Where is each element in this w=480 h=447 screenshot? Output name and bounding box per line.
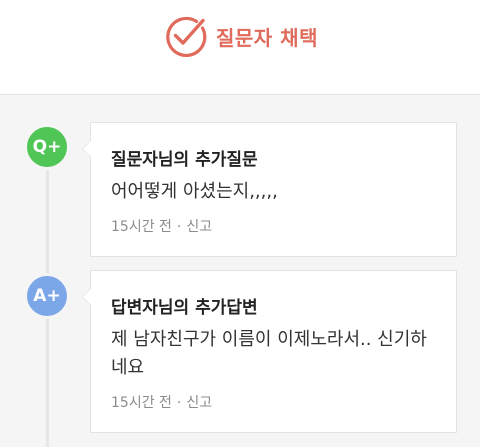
question-timestamp: 15시간 전	[111, 219, 172, 235]
header-title-group: 질문자 채택	[163, 14, 318, 58]
answer-timestamp: 15시간 전	[111, 395, 172, 411]
question-badge: Q+	[24, 124, 70, 170]
answer-card: 답변자님의 추가답변 제 남자친구가 이름이 이제노라서.. 신기하네요 15시…	[82, 270, 457, 433]
question-card: 질문자님의 추가질문 어어떻게 아셨는지,,,,, 15시간 전 · 신고	[82, 122, 457, 257]
answer-title: 답변자님의 추가답변	[111, 298, 258, 318]
question-title: 질문자님의 추가질문	[111, 150, 258, 170]
answer-meta: 15시간 전 · 신고	[111, 392, 212, 412]
question-meta: 15시간 전 · 신고	[111, 216, 212, 236]
answer-body: 제 남자친구가 이름이 이제노라서.. 신기하네요	[111, 329, 427, 378]
check-circle-icon	[166, 16, 207, 58]
header: 질문자 채택	[0, 0, 480, 95]
page-title: 질문자 채택	[216, 25, 318, 50]
report-link[interactable]: 신고	[186, 219, 212, 235]
meta-separator: ·	[176, 395, 182, 411]
question-body: 어어떻게 아셨는지,,,,,	[111, 181, 278, 202]
meta-separator: ·	[176, 219, 182, 235]
answer-badge: A+	[24, 273, 70, 319]
report-link[interactable]: 신고	[186, 395, 212, 411]
